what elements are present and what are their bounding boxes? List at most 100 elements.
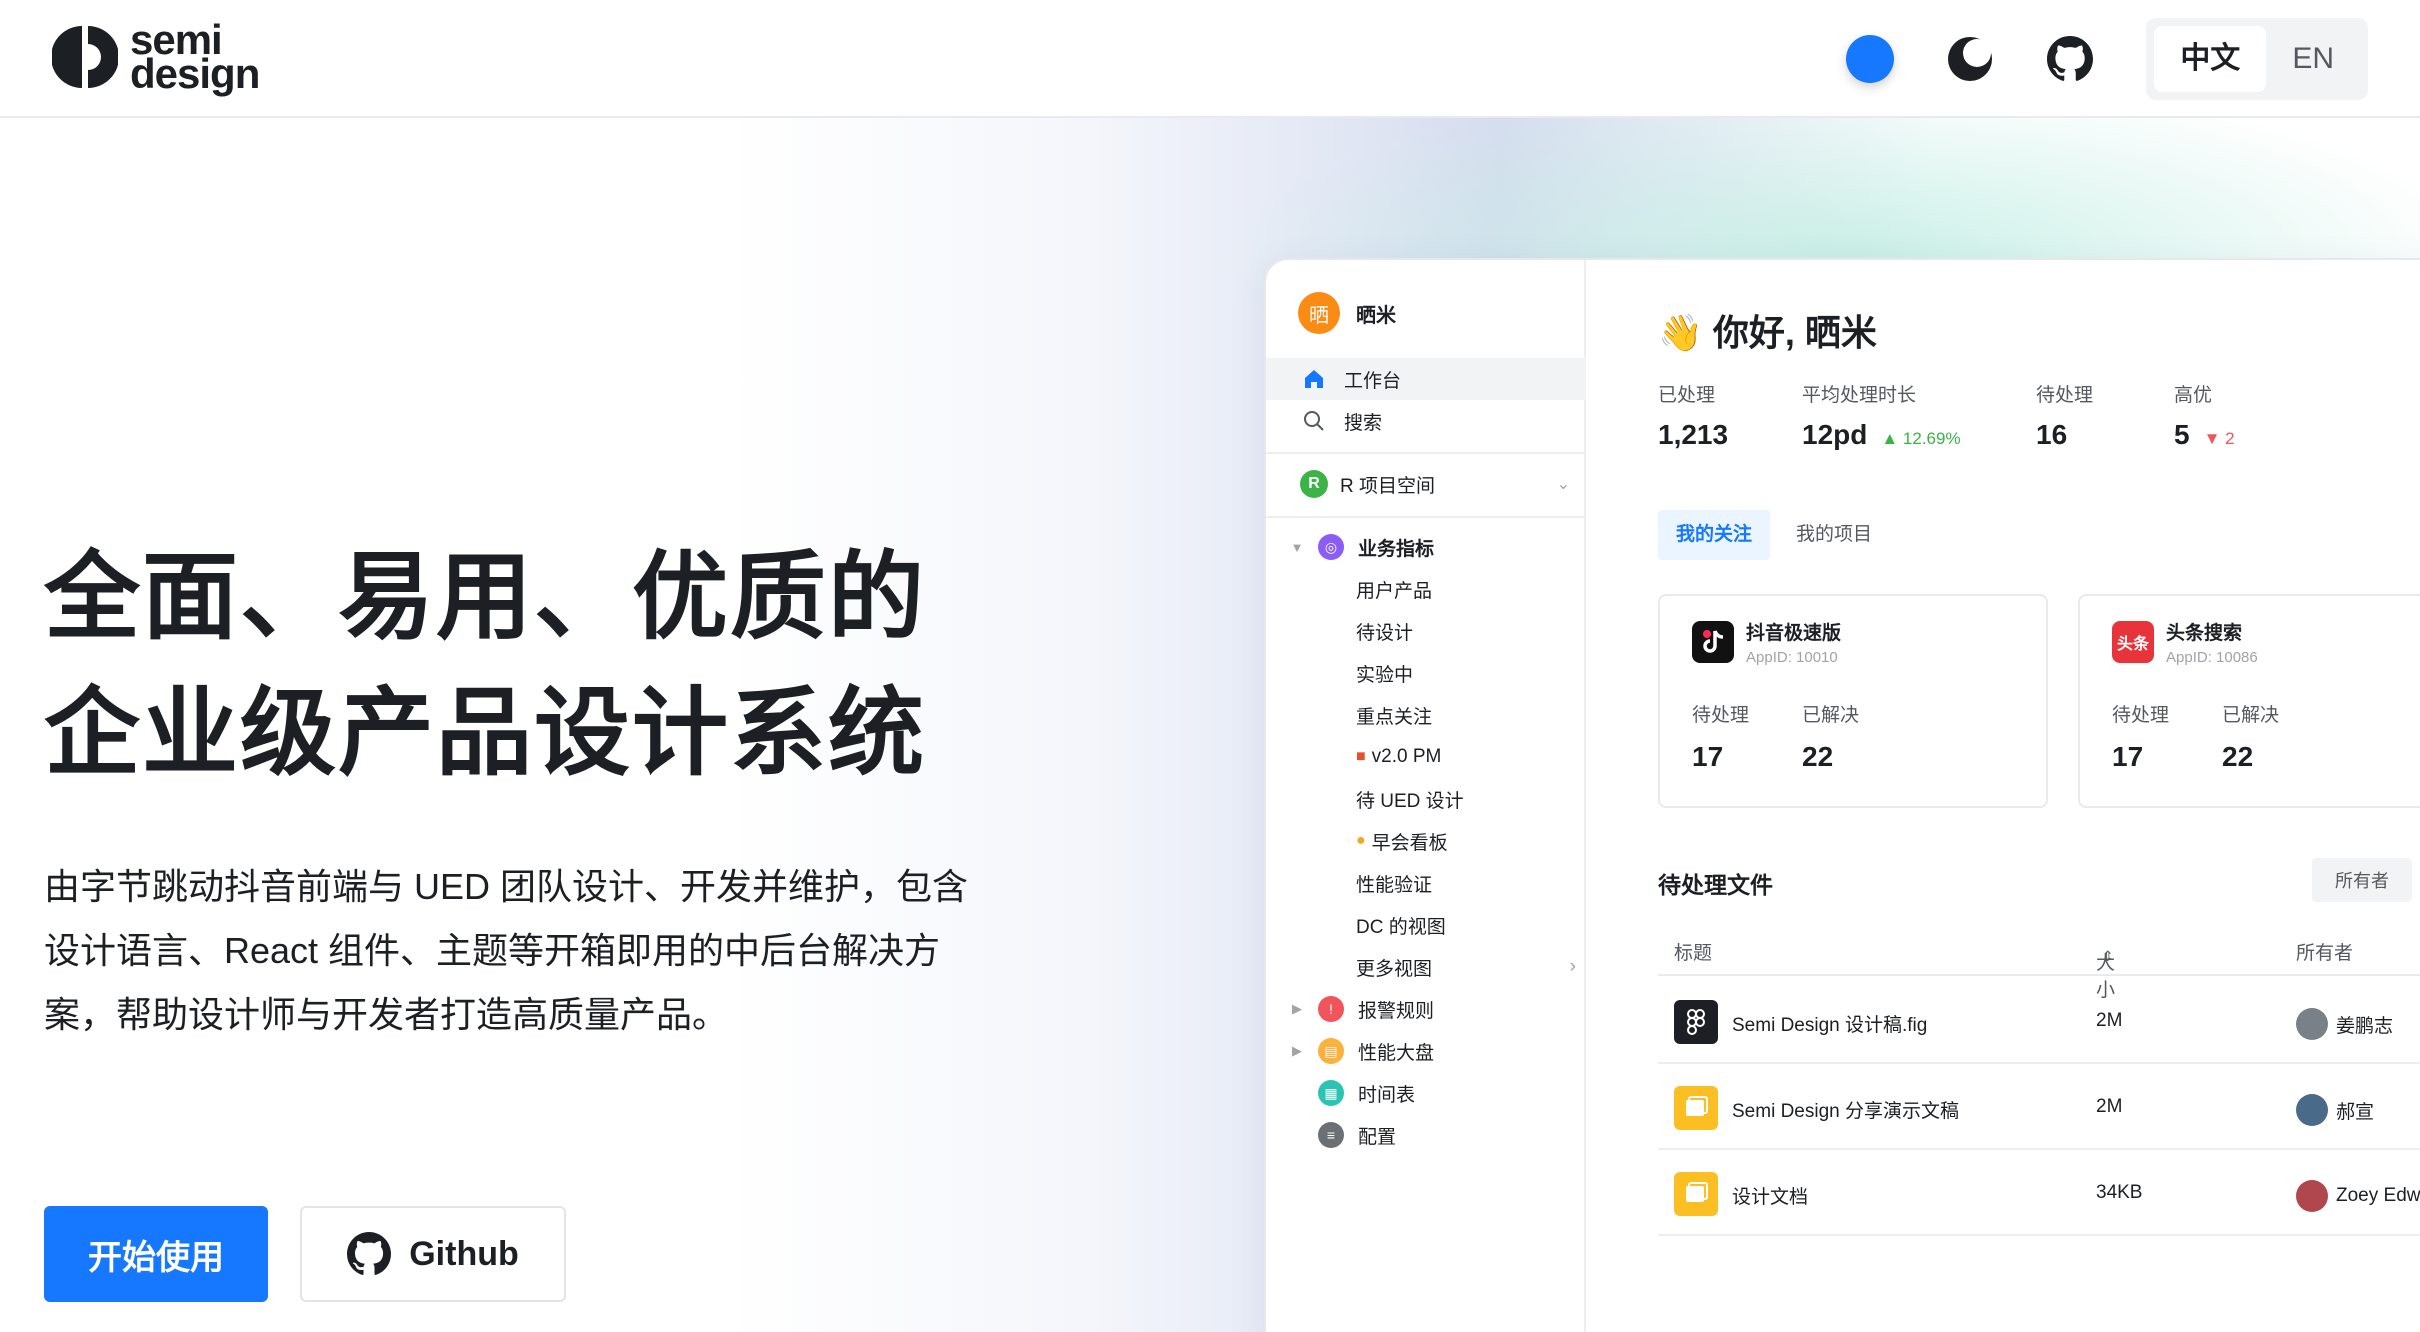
- language-switch: 中文 EN: [2146, 18, 2368, 100]
- home-icon: [1302, 367, 1326, 391]
- greeting: 👋 你好, 晒米: [1658, 304, 1877, 356]
- tree-item-alerts[interactable]: ▶ ! 报警规则: [1266, 988, 1586, 1030]
- project-switcher[interactable]: R R 项目空间 ⌄: [1300, 470, 1570, 498]
- github-icon: [347, 1232, 392, 1275]
- sub-item-more-views[interactable]: 更多视图 ›: [1356, 946, 1576, 988]
- file-name: 设计文档: [1732, 1187, 1809, 1208]
- tree-item-perf[interactable]: ▶ ▤ 性能大盘: [1266, 1030, 1586, 1072]
- hero-desc-line-2: 设计语言、React 组件、主题等开箱即用的中后台解决方: [44, 930, 941, 971]
- resolved-label: 已解决: [2222, 705, 2280, 726]
- sub-item[interactable]: 待设计: [1356, 610, 1413, 652]
- search-icon: [1302, 409, 1326, 433]
- tab-my-follow[interactable]: 我的关注: [1658, 510, 1771, 560]
- sub-item[interactable]: DC 的视图: [1356, 904, 1446, 946]
- github-button[interactable]: Github: [300, 1206, 566, 1302]
- metrics-icon: ◎: [1318, 534, 1344, 560]
- app-card[interactable]: 抖音极速版 AppID: 10010 待处理 17 已解决 22: [1658, 594, 2048, 808]
- douyin-icon: [1692, 621, 1734, 663]
- sidebar-item-search[interactable]: 搜索: [1266, 400, 1586, 442]
- app-id: AppID: 10010: [1746, 649, 1838, 666]
- caret-down-icon: ▼: [1290, 539, 1304, 555]
- caret-right-icon: ▶: [1292, 1043, 1302, 1058]
- tab-my-projects[interactable]: 我的项目: [1778, 510, 1890, 560]
- tree-item-config[interactable]: ≡ 配置: [1266, 1114, 1586, 1156]
- pending-value: 17: [2112, 741, 2144, 772]
- sub-item[interactable]: 实验中: [1356, 652, 1413, 694]
- avatar: [2296, 1008, 2328, 1040]
- preview-tabs: 我的关注 我的项目: [1658, 510, 1898, 560]
- file-owner: 姜鹏志: [2336, 1015, 2394, 1037]
- start-button[interactable]: 开始使用: [44, 1206, 268, 1302]
- file-owner: Zoey Edw: [2336, 1185, 2420, 1206]
- github-button-label: Github: [409, 1234, 519, 1273]
- resolved-value: 22: [1802, 741, 1834, 772]
- slides-file-icon: [1674, 1086, 1718, 1130]
- sidebar-user[interactable]: 晒 晒米: [1298, 292, 1396, 334]
- theme-color-button[interactable]: [1846, 35, 1895, 83]
- app-card[interactable]: 头条 头条搜索 AppID: 10086 待处理 17 已解决 22: [2078, 594, 2420, 808]
- github-icon[interactable]: [2046, 35, 2094, 83]
- product-preview: 晒 晒米 工作台 搜索 R R 项目空间 ⌄ ▼ ◎ 业务指标 用户产品 待设计…: [1264, 258, 2420, 1332]
- sidebar-item-label: 工作台: [1344, 370, 1402, 392]
- logo-wordmark: semi design: [130, 19, 260, 95]
- chevron-down-icon: ⌄: [1556, 476, 1570, 493]
- trend-down: ▼ 2: [2203, 429, 2235, 448]
- hero-description: 由字节跳动抖音前端与 UED 团队设计、开发并维护，包含 设计语言、React …: [44, 855, 1004, 1047]
- alert-icon: !: [1318, 996, 1344, 1022]
- files-title: 待处理文件: [1658, 872, 1773, 898]
- project-badge: R: [1300, 470, 1328, 498]
- pending-label: 待处理: [2112, 705, 2170, 726]
- sub-item-label: 更多视图: [1356, 958, 1433, 980]
- col-title[interactable]: 标题: [1674, 938, 1712, 965]
- owner-filter-button[interactable]: 所有者: [2312, 858, 2412, 902]
- stat-value: 5: [2174, 419, 2190, 450]
- tree-item-label: 性能大盘: [1358, 1042, 1435, 1064]
- smile-icon: ●: [1356, 832, 1366, 849]
- caret-right-icon: ▶: [1292, 1001, 1302, 1016]
- stat-value: 16: [2036, 419, 2068, 450]
- table-row[interactable]: Semi Design 设计稿.fig 2M 姜鹏志: [1658, 978, 2420, 1064]
- table-row[interactable]: Semi Design 分享演示文稿 2M 郝宣: [1658, 1064, 2420, 1150]
- user-name: 晒米: [1356, 304, 1396, 327]
- greeting-text: 你好, 晒米: [1712, 312, 1877, 353]
- sub-item[interactable]: 性能验证: [1356, 862, 1432, 904]
- hero-title: 全面、易用、优质的 企业级产品设计系统: [44, 530, 926, 802]
- settings-icon: ≡: [1318, 1122, 1344, 1148]
- file-owner: 郝宣: [2336, 1101, 2375, 1123]
- dark-mode-icon[interactable]: [1946, 35, 1994, 83]
- sub-item[interactable]: ■ v2.0 PM: [1356, 736, 1441, 778]
- col-owner[interactable]: 所有者: [2296, 938, 2353, 965]
- sub-item[interactable]: 用户产品: [1356, 568, 1432, 610]
- stat-high-priority: 高优 5 ▼ 2: [2174, 380, 2235, 451]
- avatar: [2296, 1094, 2328, 1126]
- stat-pending: 待处理 16: [2036, 380, 2093, 451]
- stat-value: 12pd: [1802, 419, 1868, 450]
- preview-main: 👋 你好, 晒米 已处理 1,213 平均处理时长 12pd ▲ 12.69% 待…: [1588, 260, 2420, 1332]
- file-size: 34KB: [2096, 1182, 2143, 1203]
- sub-item[interactable]: 重点关注: [1356, 694, 1432, 736]
- app-id: AppID: 10086: [2166, 649, 2258, 666]
- sub-item[interactable]: ● 早会看板: [1356, 820, 1448, 862]
- wave-icon: 👋: [1658, 312, 1703, 353]
- pending-label: 待处理: [1692, 705, 1750, 726]
- tree-item-schedule[interactable]: ▦ 时间表: [1266, 1072, 1586, 1114]
- hero-title-line-2: 企业级产品设计系统: [44, 680, 926, 787]
- divider: [1266, 516, 1586, 518]
- file-name: Semi Design 分享演示文稿: [1732, 1101, 1959, 1122]
- file-name: Semi Design 设计稿.fig: [1732, 1015, 1928, 1036]
- gift-icon: ■: [1356, 748, 1366, 765]
- semi-logo[interactable]: semi design: [51, 19, 260, 95]
- lang-zh-button[interactable]: 中文: [2154, 26, 2267, 92]
- stat-avg-time: 平均处理时长 12pd ▲ 12.69%: [1802, 380, 1961, 451]
- sub-item[interactable]: 待 UED 设计: [1356, 778, 1464, 820]
- top-nav: semi design 中文 EN: [0, 0, 2420, 118]
- tree-item-metrics[interactable]: ▼ ◎ 业务指标: [1266, 526, 1586, 568]
- lang-en-button[interactable]: EN: [2266, 26, 2360, 92]
- resolved-value: 22: [2222, 741, 2254, 772]
- pending-value: 17: [1692, 741, 1724, 772]
- sub-item-label: v2.0 PM: [1371, 746, 1442, 767]
- sidebar-item-workbench[interactable]: 工作台: [1266, 358, 1586, 400]
- table-row[interactable]: 设计文档 34KB Zoey Edw: [1658, 1150, 2420, 1236]
- calendar-icon: ▦: [1318, 1080, 1344, 1106]
- file-size: 2M: [2096, 1096, 2123, 1117]
